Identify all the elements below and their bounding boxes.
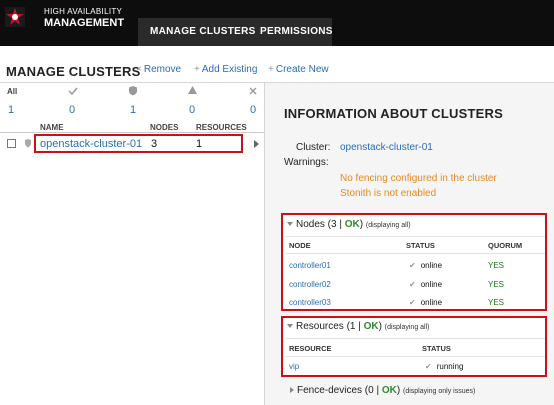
remove-button[interactable]: × Remove bbox=[136, 64, 181, 75]
row-expand-arrow-icon[interactable] bbox=[254, 140, 259, 148]
shield-icon bbox=[25, 139, 31, 148]
check-icon[interactable] bbox=[68, 86, 78, 96]
cluster-row-checkbox[interactable] bbox=[7, 139, 16, 148]
close-icon[interactable] bbox=[249, 87, 257, 95]
expand-icon bbox=[290, 387, 294, 394]
header-divider bbox=[0, 132, 264, 133]
fence-devices-ok-status: OK bbox=[381, 385, 397, 396]
warning-icon[interactable] bbox=[187, 85, 198, 95]
remove-label: Remove bbox=[143, 64, 182, 75]
add-existing-label: Add Existing bbox=[201, 64, 258, 75]
top-header-bar: HIGH AVAILABILITY MANAGEMENT MANAGE CLUS… bbox=[0, 0, 554, 46]
brand-title: HIGH AVAILABILITY MANAGEMENT bbox=[44, 7, 124, 29]
fence-devices-title-end: ) bbox=[396, 385, 401, 396]
page-title: MANAGE CLUSTERS bbox=[6, 64, 141, 79]
count-unknown[interactable]: 0 bbox=[250, 104, 256, 116]
column-header-name[interactable]: NAME bbox=[40, 123, 64, 132]
highlight-box-nodes bbox=[281, 213, 547, 311]
info-title: INFORMATION ABOUT CLUSTERS bbox=[284, 106, 503, 121]
cluster-name-value[interactable]: openstack-cluster-01 bbox=[340, 142, 433, 153]
brand-line-1: HIGH AVAILABILITY bbox=[44, 7, 123, 16]
warning-no-fencing: No fencing configured in the cluster bbox=[340, 173, 497, 184]
create-new-button[interactable]: + Create New bbox=[268, 64, 329, 75]
count-warning[interactable]: 0 bbox=[189, 104, 195, 116]
plus-icon: + bbox=[194, 64, 200, 75]
highlight-box-cluster-row bbox=[34, 134, 243, 153]
fence-devices-display-note: (displaying only issues) bbox=[402, 388, 476, 395]
nav-tab-manage-clusters[interactable]: MANAGE CLUSTERS bbox=[150, 26, 256, 37]
create-new-label: Create New bbox=[275, 64, 329, 75]
plus-icon: + bbox=[268, 64, 274, 75]
filter-all-label[interactable]: All bbox=[7, 87, 17, 96]
add-existing-button[interactable]: + Add Existing bbox=[194, 64, 257, 75]
count-all[interactable]: 1 bbox=[8, 104, 14, 116]
highlight-box-resources bbox=[281, 316, 547, 377]
panel-divider bbox=[264, 82, 265, 405]
count-ok[interactable]: 0 bbox=[69, 104, 75, 116]
warnings-label: Warnings: bbox=[284, 157, 329, 168]
nav-tab-permissions[interactable]: PERMISSIONS bbox=[260, 26, 333, 37]
close-icon: × bbox=[136, 64, 142, 75]
column-header-resources[interactable]: RESOURCES bbox=[196, 123, 247, 132]
fence-devices-section-header[interactable]: Fence-devices (0 | OK) (displaying only … bbox=[290, 385, 475, 396]
column-header-nodes[interactable]: NODES bbox=[150, 123, 178, 132]
redhat-logo-icon bbox=[5, 7, 25, 27]
brand-line-2: MANAGEMENT bbox=[44, 17, 125, 29]
cluster-label: Cluster: bbox=[296, 142, 331, 153]
shield-icon[interactable] bbox=[128, 85, 138, 96]
warning-stonith: Stonith is not enabled bbox=[340, 188, 437, 199]
count-error[interactable]: 1 bbox=[130, 104, 136, 116]
fence-devices-title: Fence-devices (0 | bbox=[297, 385, 380, 396]
